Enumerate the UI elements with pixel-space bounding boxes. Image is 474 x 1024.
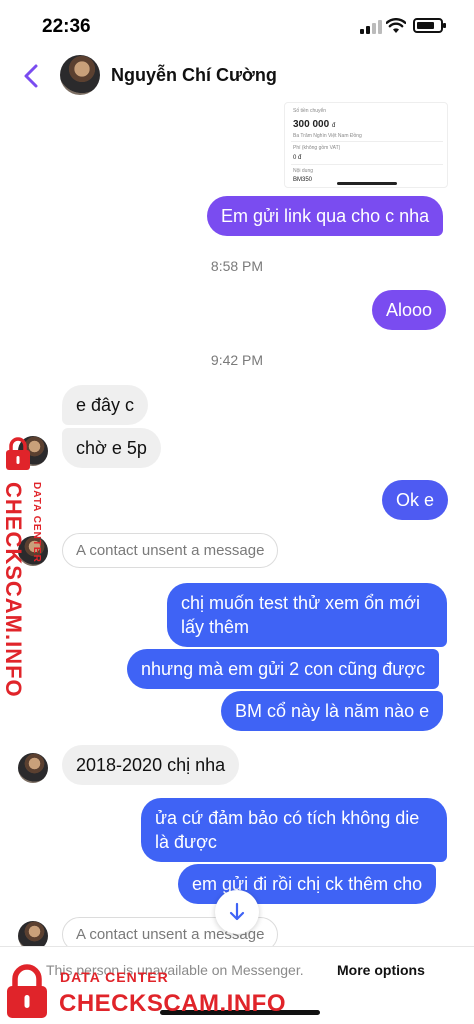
status-time: 22:36 bbox=[42, 16, 91, 37]
home-indicator-thumbnail bbox=[337, 182, 397, 185]
arrow-down-icon bbox=[229, 902, 245, 921]
message-line: là được bbox=[155, 832, 217, 852]
message-line: lấy thêm bbox=[181, 617, 250, 637]
fee-label: Phí (không gồm VAT) bbox=[293, 145, 341, 151]
contact-avatar-small[interactable] bbox=[18, 753, 48, 783]
watermark-checkscam: CHECKSCAM.INFO bbox=[59, 990, 286, 1017]
status-bar: 22:36 bbox=[0, 0, 474, 50]
content-value: BM350 bbox=[293, 177, 313, 183]
more-options-link[interactable]: More options bbox=[337, 962, 425, 978]
message-line: ửa cứ đảm bảo có tích không die bbox=[155, 808, 420, 828]
transfer-amount-label: Số tiền chuyển bbox=[293, 108, 327, 114]
message-outgoing[interactable]: chị muốn test thử xem ổn mới lấy thêm bbox=[167, 583, 447, 647]
fee-value: 0 đ bbox=[293, 155, 302, 161]
message-line: chị muốn test thử xem ổn mới bbox=[181, 593, 420, 613]
back-chevron-icon bbox=[24, 64, 38, 88]
watermark-data-center: DATA CENTER bbox=[60, 969, 169, 985]
divider bbox=[291, 141, 443, 142]
message-incoming[interactable]: e đây c bbox=[62, 385, 149, 425]
transfer-amount: 300 000 đ bbox=[293, 119, 336, 130]
message-incoming[interactable]: 2018-2020 chị nha bbox=[62, 745, 240, 785]
watermark-bottom: DATA CENTER CHECKSCAM.INFO bbox=[2, 962, 292, 1022]
timestamp: 8:58 PM bbox=[210, 258, 264, 274]
message-outgoing[interactable]: BM cổ này là năm nào e bbox=[221, 691, 444, 731]
chat-header: Nguyễn Chí Cường bbox=[0, 50, 474, 104]
message-outgoing[interactable]: ửa cứ đảm bảo có tích không die là được bbox=[141, 798, 447, 862]
message-incoming[interactable]: chờ e 5p bbox=[62, 428, 161, 468]
contact-avatar[interactable] bbox=[60, 55, 100, 95]
contact-name[interactable]: Nguyễn Chí Cường bbox=[111, 65, 277, 86]
divider bbox=[291, 164, 443, 165]
content-label: Nội dung bbox=[293, 168, 314, 174]
back-button[interactable] bbox=[18, 60, 46, 92]
wifi-icon bbox=[386, 18, 406, 33]
battery-icon bbox=[413, 18, 446, 33]
message-outgoing[interactable]: nhưng mà em gửi 2 con cũng được bbox=[127, 649, 440, 689]
lock-icon bbox=[7, 964, 47, 1018]
message-outgoing[interactable]: em gửi đi rồi chị ck thêm cho bbox=[178, 864, 437, 904]
watermark-checkscam-vertical: CHECKSCAM.INFO bbox=[1, 482, 26, 698]
message-outgoing[interactable]: Em gửi link qua cho c nha bbox=[207, 196, 444, 236]
scroll-to-bottom-button[interactable] bbox=[215, 890, 259, 934]
transfer-amount-words: Ba Trăm Nghìn Việt Nam Đồng bbox=[293, 133, 362, 139]
shared-image[interactable]: Số tiền chuyển 300 000 đ Ba Trăm Nghìn V… bbox=[284, 102, 448, 188]
message-outgoing[interactable]: Ok e bbox=[382, 480, 449, 520]
signal-icon bbox=[360, 20, 382, 34]
lock-icon bbox=[6, 437, 30, 470]
timestamp: 9:42 PM bbox=[210, 352, 264, 368]
unsent-message-notice: A contact unsent a message bbox=[62, 533, 279, 568]
watermark-data-center-vertical: DATA CENTER bbox=[31, 482, 42, 563]
message-outgoing[interactable]: Alooo bbox=[372, 290, 447, 330]
